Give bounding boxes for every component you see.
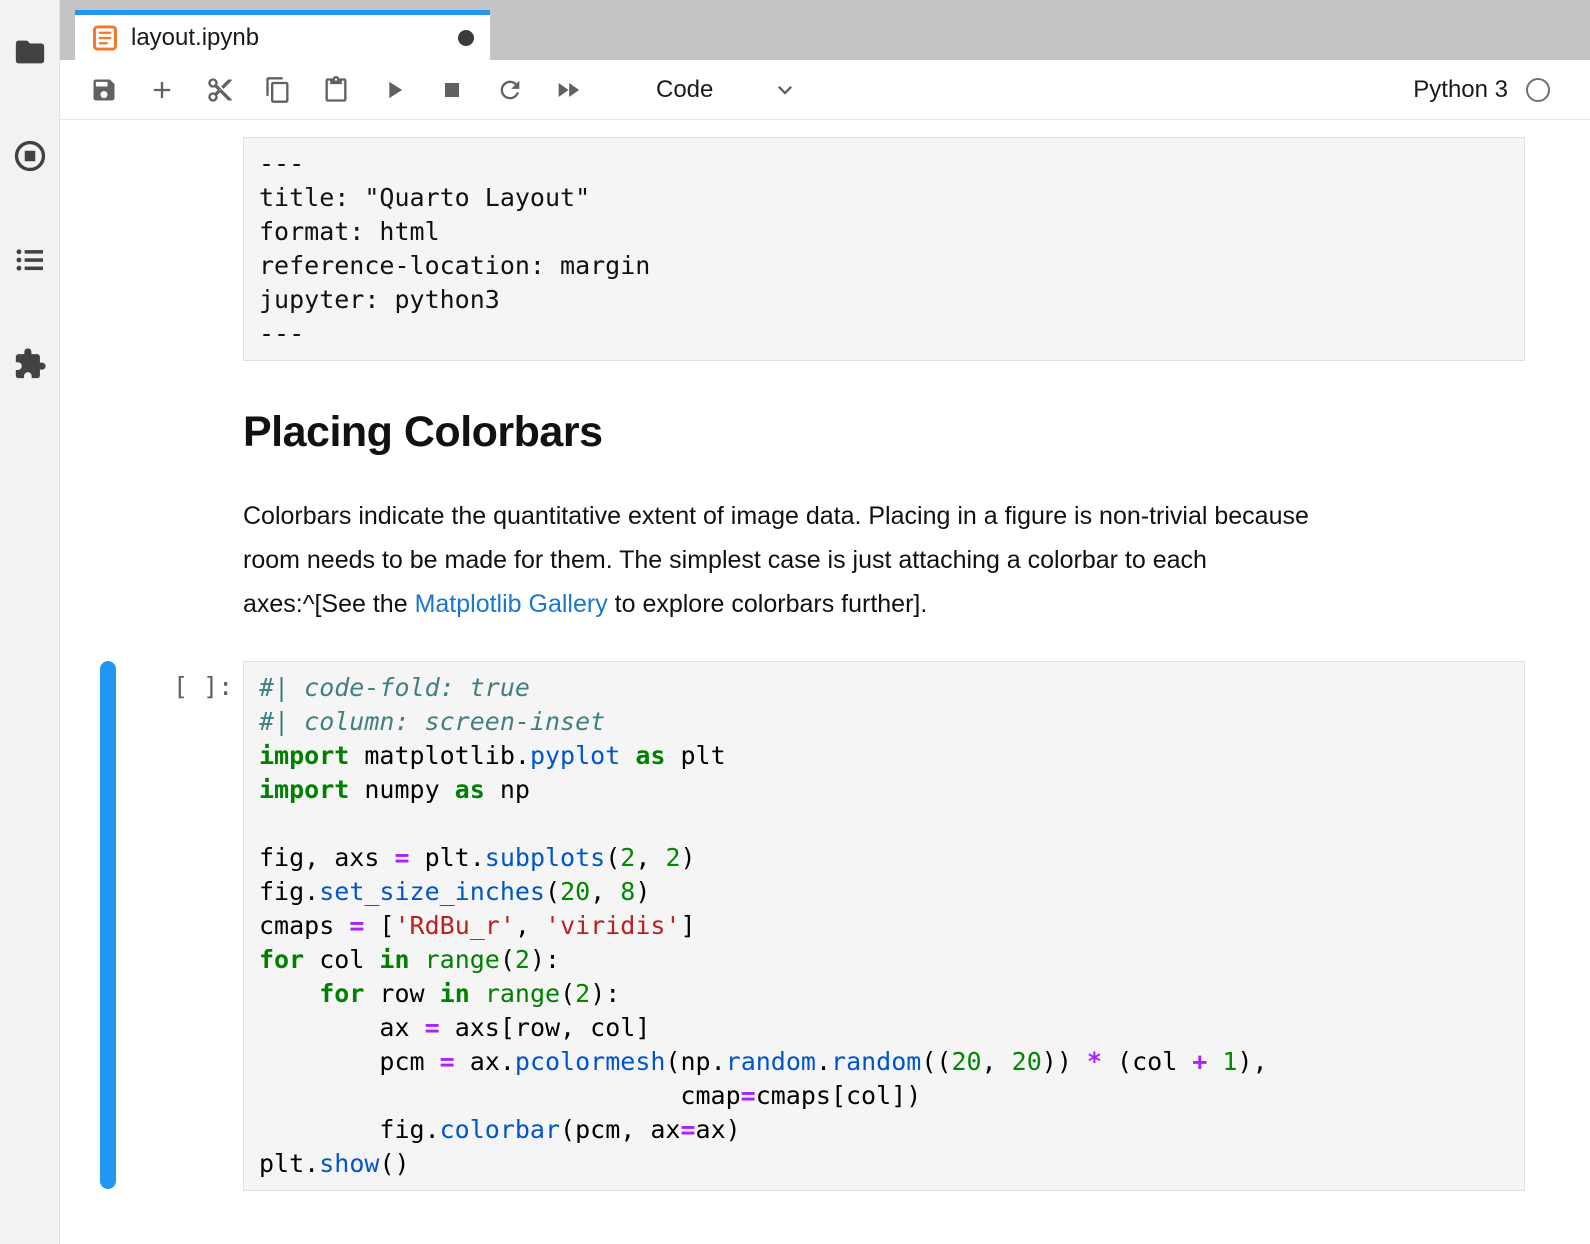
stop-icon <box>438 76 466 104</box>
jupyterlab-window: layout.ipynb <box>0 0 1590 1244</box>
code-line: import numpy as np <box>259 773 1509 807</box>
scissors-icon <box>206 76 234 104</box>
running-sessions-icon <box>13 139 47 173</box>
markdown-heading: Placing Colorbars <box>243 408 602 457</box>
code-line: import matplotlib.pyplot as plt <box>259 739 1509 773</box>
unsaved-changes-indicator[interactable] <box>458 30 474 46</box>
code-line: pcm = ax.pcolormesh(np.random.random((20… <box>259 1045 1509 1079</box>
notebook-content: ---title: "Quarto Layout"format: htmlref… <box>60 120 1590 1244</box>
code-line: reference-location: margin <box>259 249 1509 283</box>
paste-icon <box>322 76 350 104</box>
paragraph-line-3: axes:^[See the Matplotlib Gallery to exp… <box>243 582 1583 626</box>
sidebar-item-table-of-contents[interactable] <box>12 242 48 278</box>
notebook-toolbar: Code Python 3 <box>60 60 1590 120</box>
cell-input-prompt: [ ]: <box>173 670 233 704</box>
code-line: for row in range(2): <box>259 977 1509 1011</box>
markdown-paragraph: Colorbars indicate the quantitative exte… <box>243 494 1583 626</box>
tab-title: layout.ipynb <box>131 24 259 52</box>
fast-forward-icon <box>554 76 582 104</box>
copy-cell-button[interactable] <box>264 76 292 104</box>
code-line: cmaps = ['RdBu_r', 'viridis'] <box>259 909 1509 943</box>
code-line: cmap=cmaps[col]) <box>259 1079 1509 1113</box>
paragraph-line-2: room needs to be made for them. The simp… <box>243 538 1583 582</box>
code-cell-input[interactable]: #| code-fold: true#| column: screen-inse… <box>243 661 1525 1191</box>
restart-kernel-button[interactable] <box>496 76 524 104</box>
paragraph-line-3-before: axes:^[See the <box>243 590 415 618</box>
code-line: --- <box>259 147 1509 181</box>
cell-type-dropdown[interactable]: Code <box>656 76 799 104</box>
kernel-indicator: Python 3 <box>1413 76 1550 104</box>
code-line: fig.set_size_inches(20, 8) <box>259 875 1509 909</box>
notebook-file-icon <box>91 24 119 52</box>
code-line: fig.colorbar(pcm, ax=ax) <box>259 1113 1509 1147</box>
code-line: ax = axs[row, col] <box>259 1011 1509 1045</box>
paste-cell-button[interactable] <box>322 76 350 104</box>
sidebar-item-extensions[interactable] <box>12 346 48 382</box>
paragraph-line-1: Colorbars indicate the quantitative exte… <box>243 494 1583 538</box>
paragraph-line-3-after: to explore colorbars further]. <box>608 590 928 618</box>
code-line: for col in range(2): <box>259 943 1509 977</box>
matplotlib-gallery-link[interactable]: Matplotlib Gallery <box>415 590 608 618</box>
code-line: format: html <box>259 215 1509 249</box>
code-line: fig, axs = plt.subplots(2, 2) <box>259 841 1509 875</box>
play-icon <box>380 76 408 104</box>
left-sidebar <box>0 0 60 1244</box>
chevron-down-icon <box>771 76 799 104</box>
code-line: #| code-fold: true <box>259 671 1509 705</box>
active-cell-indicator[interactable] <box>100 661 116 1189</box>
table-of-contents-icon <box>13 243 47 277</box>
code-line: plt.show() <box>259 1147 1509 1181</box>
kernel-name[interactable]: Python 3 <box>1413 76 1508 104</box>
interrupt-kernel-button[interactable] <box>438 76 466 104</box>
raw-cell-yaml-frontmatter[interactable]: ---title: "Quarto Layout"format: htmlref… <box>243 137 1525 361</box>
kernel-status-icon[interactable] <box>1526 78 1550 102</box>
main-panel: layout.ipynb <box>60 0 1590 1244</box>
cell-type-value: Code <box>656 76 713 104</box>
code-line: #| column: screen-inset <box>259 705 1509 739</box>
code-line: jupyter: python3 <box>259 283 1509 317</box>
code-line: title: "Quarto Layout" <box>259 181 1509 215</box>
code-line: --- <box>259 317 1509 351</box>
restart-icon <box>496 76 524 104</box>
tab-bar: layout.ipynb <box>60 0 1590 60</box>
cut-cell-button[interactable] <box>206 76 234 104</box>
code-line <box>259 807 1509 841</box>
sidebar-item-file-browser[interactable] <box>12 34 48 70</box>
sidebar-item-running-sessions[interactable] <box>12 138 48 174</box>
save-icon <box>90 76 118 104</box>
extension-icon <box>13 347 47 381</box>
folder-icon <box>13 35 47 69</box>
insert-cell-button[interactable] <box>148 76 176 104</box>
tab-layout-ipynb[interactable]: layout.ipynb <box>75 10 490 60</box>
save-button[interactable] <box>90 76 118 104</box>
run-cell-button[interactable] <box>380 76 408 104</box>
copy-icon <box>264 76 292 104</box>
run-all-cells-button[interactable] <box>554 76 582 104</box>
plus-icon <box>148 76 176 104</box>
